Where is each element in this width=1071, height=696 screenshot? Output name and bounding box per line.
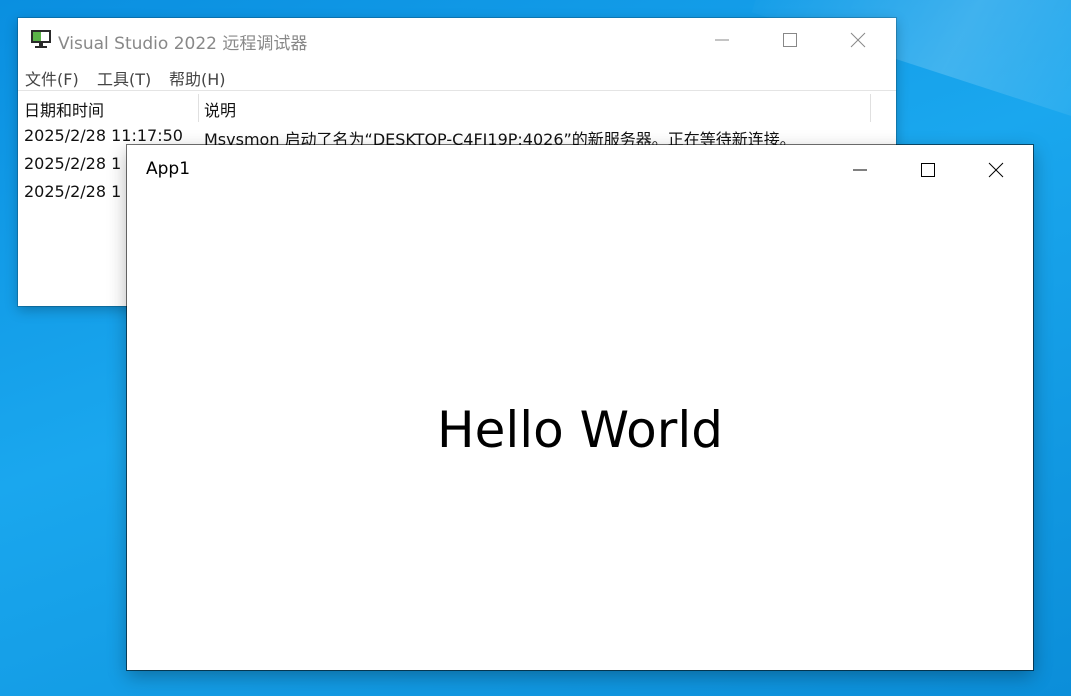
menu-divider [18,90,896,91]
column-header-datetime[interactable]: 日期和时间 [24,97,104,121]
window-title: App1 [146,159,191,179]
close-icon [850,32,866,48]
minimize-icon [853,169,867,171]
minimize-button[interactable] [688,18,756,62]
column-divider[interactable] [870,94,871,122]
row-datetime: 2025/2/28 1 [24,182,122,201]
column-header-description[interactable]: 说明 [204,97,236,121]
menu-bar: 文件(F) 工具(T) 帮助(H) [18,64,896,90]
remote-debugger-titlebar[interactable]: Visual Studio 2022 远程调试器 [18,18,896,62]
window-title: Visual Studio 2022 远程调试器 [58,34,308,54]
row-datetime: 2025/2/28 1 [24,154,122,173]
hello-world-text: Hello World [437,401,723,459]
maximize-button[interactable] [895,145,961,195]
minimize-icon [715,39,729,41]
menu-tools[interactable]: 工具(T) [97,66,151,90]
row-datetime: 2025/2/28 11:17:50 [24,126,183,145]
column-divider[interactable] [198,94,199,122]
maximize-button[interactable] [756,18,824,62]
monitor-icon [30,28,52,50]
app1-window[interactable]: App1 Hello World [127,145,1033,670]
log-table-header: 日期和时间 说明 [18,92,896,122]
close-icon [988,162,1004,178]
close-button[interactable] [824,18,892,62]
app1-titlebar[interactable]: App1 [127,145,1033,195]
maximize-icon [783,33,797,47]
minimize-button[interactable] [827,145,893,195]
menu-help[interactable]: 帮助(H) [169,66,226,90]
close-button[interactable] [963,145,1033,195]
menu-file[interactable]: 文件(F) [25,66,79,90]
maximize-icon [921,163,935,177]
